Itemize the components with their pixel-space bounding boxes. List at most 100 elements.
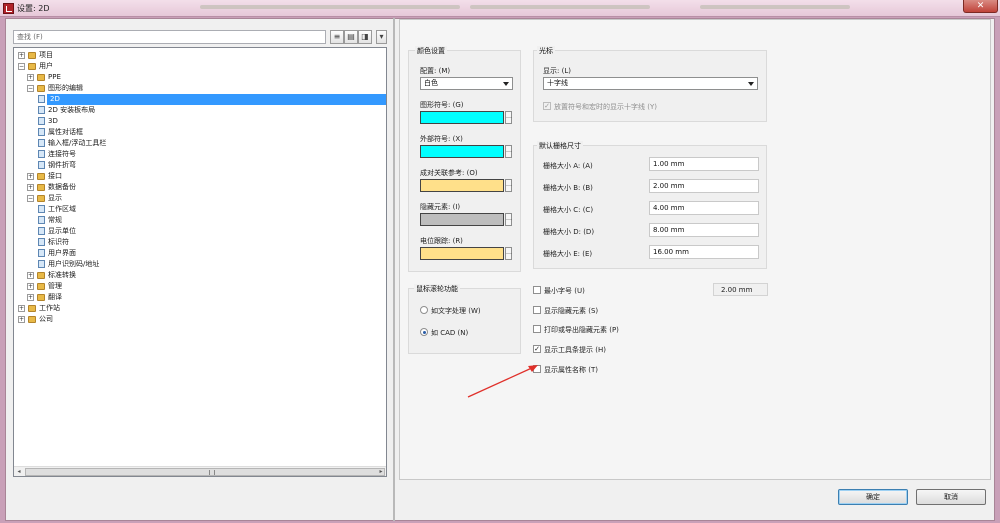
tree-item[interactable]: + 管理 [14,281,386,292]
tree-item-label: 管理 [48,282,62,290]
external-color-swatch[interactable] [420,145,504,158]
hidden-color-swatch[interactable] [420,213,504,226]
tree-item[interactable]: 3D [14,116,386,127]
potential-color-label: 电位跟踪: (R) [420,237,463,245]
tree-item[interactable]: 输入框/浮动工具栏 [14,138,386,149]
potential-color-swatch[interactable] [420,247,504,260]
tree-item[interactable]: + 翻译 [14,292,386,303]
cancel-button[interactable]: 取消 [916,489,986,505]
folder-icon [37,184,45,191]
tree-item[interactable]: 常规 [14,215,386,226]
settings-page-icon [38,227,45,235]
hidden-color-label: 隐藏元素: (I) [420,203,461,211]
expand-icon[interactable]: + [27,294,34,301]
expand-icon[interactable]: + [27,272,34,279]
tree-item[interactable]: + 公司 [14,314,386,325]
crossref-color-swatch[interactable] [420,179,504,192]
tree-item[interactable]: 属性对话框 [14,127,386,138]
folder-icon [28,52,36,59]
settings-tree[interactable]: + 项目 − 用户 + PPE − 图形的编辑 2D 2D 安装板布局 3D 属性对话框输入框/浮动工… [13,47,387,477]
tree-item[interactable]: + 标准转换 [14,270,386,281]
symbols-color-label: 图形符号: (G) [420,101,464,109]
tree-item[interactable]: + PPE [14,72,386,83]
expand-icon[interactable]: + [18,305,25,312]
settings-page-icon [38,205,45,213]
tree-item[interactable]: 工作区域 [14,204,386,215]
grid-size-input[interactable]: 2.00 mm [649,179,759,193]
tree-item[interactable]: 用户界面 [14,248,386,259]
print-hidden-checkbox[interactable] [533,325,541,333]
horizontal-scrollbar[interactable]: ◂ ▸ [14,466,386,476]
collapse-icon[interactable]: − [27,195,34,202]
mouse-wheel-group [408,288,521,354]
tree-item[interactable]: + 接口 [14,171,386,182]
collapse-icon[interactable]: − [18,63,25,70]
chevron-down-icon [503,82,509,86]
min-font-label: 最小字号 (U) [544,287,585,295]
crosshair-checkbox[interactable]: ✓ [543,102,551,110]
tree-view-button[interactable]: ▤ [344,30,358,44]
expand-icon[interactable]: + [27,74,34,81]
tree-item[interactable]: − 用户 [14,61,386,72]
scroll-right-icon[interactable]: ▸ [376,467,386,476]
list-view-button[interactable]: ≡ [330,30,344,44]
scheme-select[interactable]: 白色 [420,77,513,90]
panel-splitter[interactable] [393,18,395,521]
close-icon: ✕ [976,1,985,11]
crossref-color-more-button[interactable]: … [505,179,512,192]
tree-item-label: 属性对话框 [48,128,83,136]
scheme-label: 配置: (M) [420,67,451,75]
expand-icon[interactable]: + [27,184,34,191]
tree-item[interactable]: 标识符 [14,237,386,248]
expand-icon[interactable]: + [27,173,34,180]
tree-item[interactable]: + 数据备份 [14,182,386,193]
tree-item[interactable]: + 工作站 [14,303,386,314]
grid-size-label: 栅格大小 B: (B) [543,184,593,192]
grid-size-input[interactable]: 1.00 mm [649,157,759,171]
ok-button[interactable]: 确定 [838,489,908,505]
wheel-wordprocessor-radio[interactable] [420,306,428,314]
tree-item-label: 连接符号 [48,150,76,158]
expand-icon[interactable]: + [18,316,25,323]
potential-color-more-button[interactable]: … [505,247,512,260]
wheel-cad-radio[interactable] [420,328,428,336]
tree-item[interactable]: + 项目 [14,50,386,61]
show-hidden-checkbox[interactable] [533,306,541,314]
symbols-color-swatch[interactable] [420,111,504,124]
grip-icon [209,470,215,475]
crossref-color-label: 成对关联参考: (O) [420,169,478,177]
symbols-color-more-button[interactable]: … [505,111,512,124]
scroll-left-icon[interactable]: ◂ [14,467,24,476]
tree-item[interactable]: − 图形的编辑 [14,83,386,94]
cursor-display-select[interactable]: 十字线 [543,77,758,90]
options-dropdown-button[interactable]: ▾ [376,30,387,44]
external-color-more-button[interactable]: … [505,145,512,158]
tree-item-label: 显示单位 [48,227,76,235]
grid-size-input[interactable]: 4.00 mm [649,201,759,215]
tree-item[interactable]: 显示单位 [14,226,386,237]
expand-icon[interactable]: + [27,283,34,290]
blurred-taskbar-strip [200,5,460,9]
collapse-icon[interactable]: − [27,85,34,92]
grid-size-input[interactable]: 8.00 mm [649,223,759,237]
window-title: 设置: 2D [17,4,50,13]
show-tooltips-checkbox[interactable]: ✓ [533,345,541,353]
tree-item[interactable]: 2D [14,94,386,105]
tree-item[interactable]: 钢件折弯 [14,160,386,171]
hidden-color-more-button[interactable]: … [505,213,512,226]
scroll-thumb[interactable] [25,468,385,476]
expand-icon[interactable]: + [18,52,25,59]
close-button[interactable]: ✕ [963,0,998,13]
search-input[interactable]: 查找 (F) [13,30,326,44]
show-hidden-label: 显示隐藏元素 (S) [544,307,599,315]
grid-size-label: 栅格大小 D: (D) [543,228,595,236]
panel-view-button[interactable]: ◨ [358,30,372,44]
tree-item[interactable]: 用户识别码/地址 [14,259,386,270]
tree-item[interactable]: 连接符号 [14,149,386,160]
min-font-checkbox[interactable] [533,286,541,294]
scheme-value: 白色 [424,79,438,87]
tree-item[interactable]: 2D 安装板布局 [14,105,386,116]
print-hidden-label: 打印或导出隐藏元素 (P) [544,326,619,334]
tree-item[interactable]: − 显示 [14,193,386,204]
grid-size-input[interactable]: 16.00 mm [649,245,759,259]
